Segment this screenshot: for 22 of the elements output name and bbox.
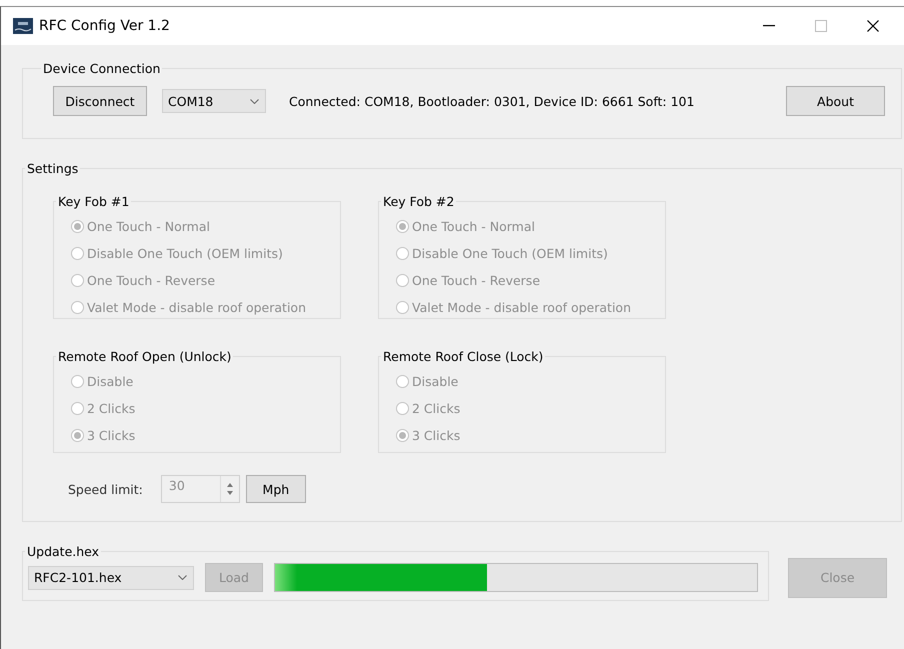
group-title: Remote Roof Open (Unlock) (57, 349, 232, 364)
group-title: Settings (26, 161, 80, 176)
group-title: Device Connection (42, 61, 162, 76)
group-title: Remote Roof Close (Lock) (382, 349, 544, 364)
disconnect-button[interactable]: Disconnect (53, 86, 147, 116)
about-button[interactable]: About (786, 86, 885, 116)
chevron-down-icon (178, 575, 187, 580)
hex-file-dropdown[interactable]: RFC2-101.hex (28, 566, 194, 590)
app-logo-icon (13, 18, 33, 34)
connection-status: Connected: COM18, Bootloader: 0301, Device ID: 6661 Soft: 101 (289, 94, 696, 108)
speed-limit-label: Speed limit: (68, 482, 143, 496)
up-arrow-icon (226, 483, 233, 487)
down-arrow-icon (226, 491, 233, 495)
minimize-icon (763, 25, 775, 27)
group-title: Key Fob #2 (382, 194, 456, 209)
window-title: RFC Config Ver 1.2 (39, 18, 171, 34)
close-icon (867, 20, 879, 32)
group-title: Update.hex (26, 544, 100, 559)
group-title: Key Fob #1 (57, 194, 130, 209)
maximize-icon (815, 20, 827, 32)
port-dropdown[interactable]: COM18 (162, 89, 266, 113)
chevron-down-icon (250, 98, 259, 104)
